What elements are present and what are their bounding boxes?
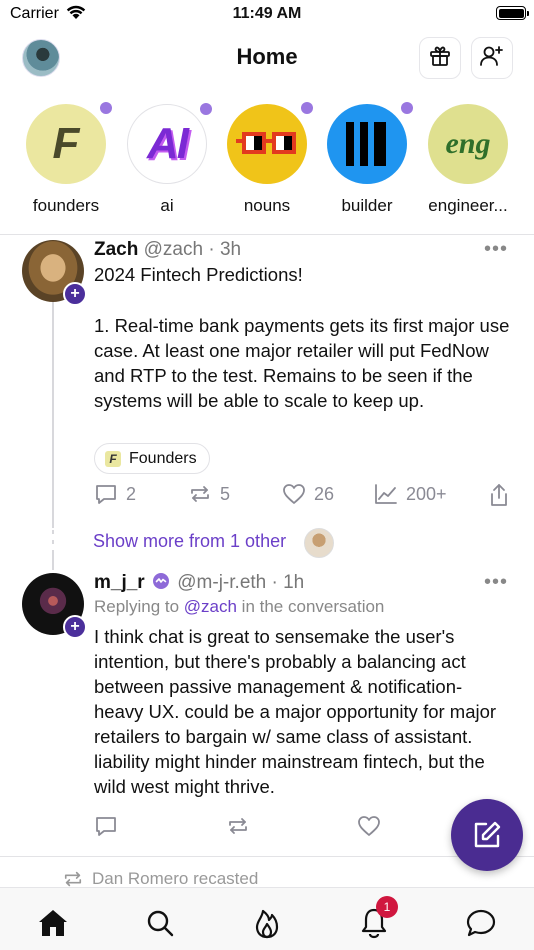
divider [0,856,534,857]
like-button[interactable] [357,815,389,837]
replying-prefix: Replying to [94,597,184,616]
recast-button[interactable]: 5 [188,483,230,505]
noggles-icon [236,132,296,154]
nav-bar: Home [0,34,534,82]
view-count: 200+ [406,483,447,504]
channel-chip[interactable]: F Founders [94,443,210,474]
gift-icon [428,44,452,73]
recast-count: 5 [220,483,231,504]
channel-engineering-avatar: eng [428,104,508,184]
recast-button[interactable] [226,815,258,837]
channel-label: founders [32,196,100,215]
unread-dot [100,102,112,114]
founders-chip-icon: F [105,450,121,467]
channel-builder[interactable]: builder [322,102,413,216]
channel-ai-avatar: AI [127,103,212,184]
like-count: 26 [314,483,335,504]
author-name[interactable]: m_j_r [94,572,145,593]
reply-button[interactable]: 2 [94,483,136,505]
tab-bar [0,887,534,950]
follow-plus-button[interactable]: + [63,615,87,639]
channel-label: builder [341,196,393,215]
recast-icon [64,871,82,887]
comment-icon [96,817,116,836]
channel-label: engineer... [428,196,508,215]
channel-strip: F founders AI ai nouns builder eng engin… [0,100,534,230]
more-options-icon[interactable]: ••• [484,238,508,261]
replying-suffix: in the conversation [236,597,385,616]
compose-button[interactable] [451,799,523,871]
status-bar: Carrier 11:49 AM [0,0,534,30]
tab-home[interactable] [36,906,70,940]
thread-line [52,540,54,544]
author-handle-time: @m-j-r.eth · 1h [177,572,305,593]
gift-button[interactable] [419,37,461,79]
comment-icon [96,485,116,504]
channel-ai-glyph: AI [147,119,189,168]
thread-line [52,550,54,570]
share-button[interactable] [488,483,518,507]
channel-label: ai [160,196,174,215]
replying-to: Replying to @zach in the conversation [94,597,384,617]
unread-dot [301,102,313,114]
chart-icon [375,484,397,504]
heart-icon [283,484,305,504]
tab-messages[interactable] [464,906,498,940]
verified-badge-icon [152,572,170,596]
heart-icon [358,816,380,836]
thread-line [52,530,54,534]
channel-builder-avatar [327,102,413,184]
clock: 11:49 AM [232,5,302,22]
channel-founders[interactable]: F founders [21,102,112,216]
add-user-icon [479,44,505,73]
views-stat: 200+ [374,483,447,505]
recast-icon [191,486,209,502]
post-title: 2024 Fintech Predictions! [94,264,303,285]
reply-count: 2 [126,483,137,504]
more-options-icon[interactable]: ••• [484,571,508,594]
search-icon [147,910,174,937]
compose-icon [474,821,501,848]
post-author-row: Zach @zach · 3h [94,239,241,261]
author-name[interactable]: Zach [94,239,138,260]
post-body: 1. Real-time bank payments gets its firs… [94,315,510,411]
notification-count-badge: 1 [376,896,398,918]
post-body: I think chat is great to sensemake the u… [94,626,497,797]
builder-bars-icon [346,122,386,166]
divider [0,234,534,235]
home-icon [39,910,67,936]
channel-chip-label: Founders [129,449,197,467]
author-handle-time: @zach · 3h [143,239,242,260]
replying-handle-link[interactable]: @zach [184,597,237,616]
other-reply-avatar [304,528,334,558]
add-user-button[interactable] [471,37,513,79]
channel-label: nouns [243,196,291,215]
battery-icon [496,6,529,20]
follow-plus-button[interactable]: + [63,282,87,306]
channel-engineering[interactable]: eng engineer... [423,104,513,216]
reply-button[interactable] [94,815,126,837]
share-icon [491,484,507,506]
recast-notice-text: Dan Romero recasted [92,869,259,888]
unread-dot [200,103,212,115]
post-actions: 2 5 26 200+ [0,483,534,513]
recast-notice: Dan Romero recasted [62,869,258,889]
chat-bubble-icon [466,909,496,937]
show-more-link[interactable]: Show more from 1 other [93,531,286,552]
like-button[interactable]: 26 [282,483,334,505]
tab-search[interactable] [143,906,177,940]
flame-icon [255,909,279,939]
post-author-row: m_j_r @m-j-r.eth · 1h [94,572,304,596]
channel-founders-avatar: F [26,102,112,184]
channel-engineering-glyph: eng [445,127,491,160]
channel-nouns-avatar [227,102,313,184]
tab-trending[interactable] [250,906,284,940]
channel-ai[interactable]: AI ai [122,103,212,216]
recast-icon [229,818,247,834]
unread-dot [401,102,413,114]
channel-founders-glyph: F [52,119,80,168]
channel-nouns[interactable]: nouns [222,102,313,216]
